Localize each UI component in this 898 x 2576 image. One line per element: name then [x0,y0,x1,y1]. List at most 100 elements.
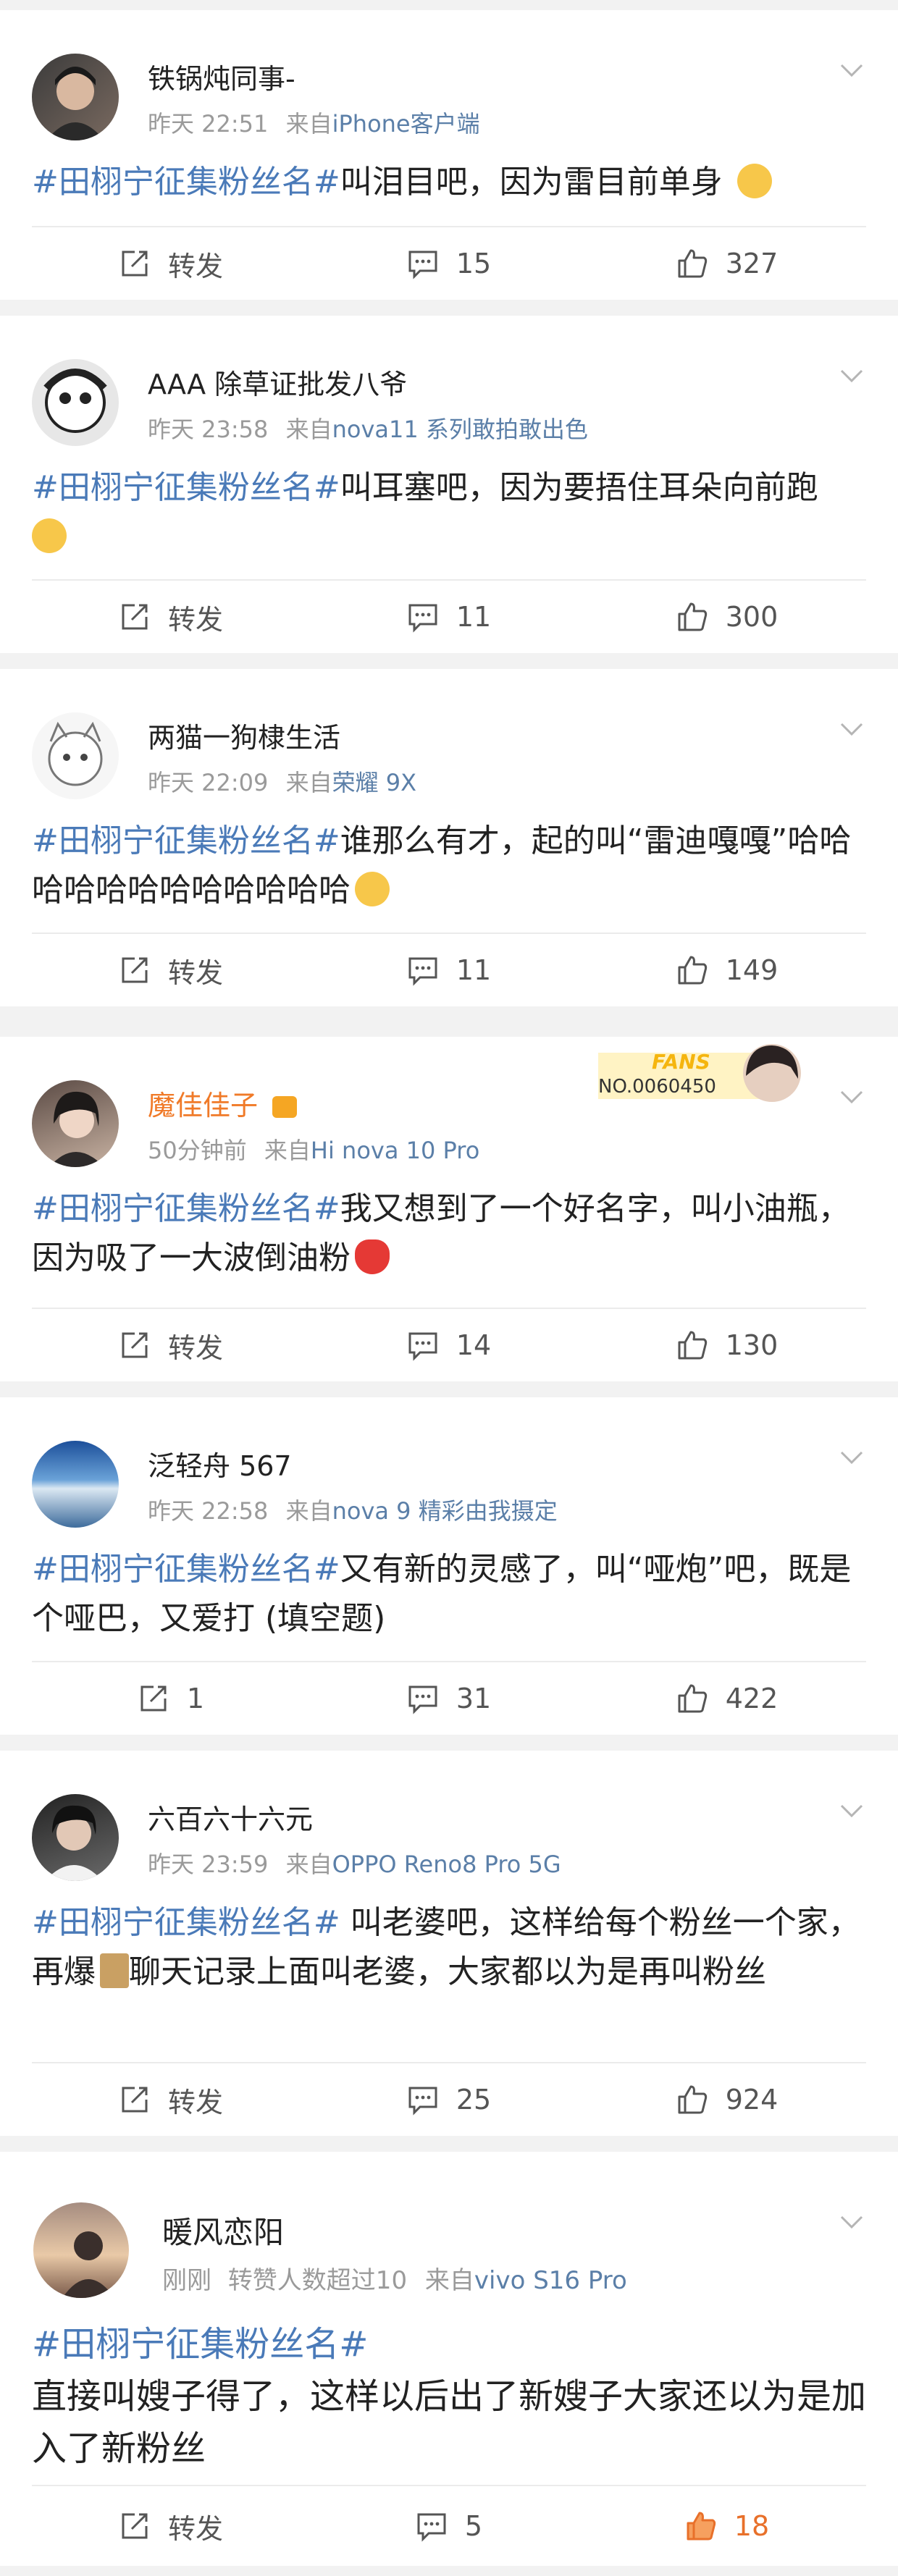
share-icon [122,957,148,983]
chevron-down-icon[interactable] [837,2207,866,2236]
chevron-down-icon[interactable] [837,1442,866,1471]
repost-button[interactable]: 转发 [32,227,310,300]
like-button[interactable]: 149 [588,934,866,1006]
comment-button[interactable]: 25 [310,2063,588,2136]
post-content: #田栩宁征集粉丝名#我又想到了一个好名字，叫小油瓶，因为吸了一大波倒油粉 [32,1145,866,1283]
repost-label: 转发 [167,956,223,989]
post-time: 50分钟前 [148,1137,247,1164]
post-card[interactable]: AAA 除草证批发八爷 昨天 23:58 来自nova11 系列敢拍敢出色 #田… [0,316,898,653]
avatar[interactable] [32,1080,119,1167]
divider [0,653,898,669]
repost-button[interactable]: 转发 [32,1309,310,1381]
chevron-down-icon[interactable] [837,1796,866,1824]
chevron-down-icon[interactable] [837,55,866,84]
like-button[interactable]: 300 [588,581,866,653]
post-card[interactable]: 六百六十六元 昨天 23:59 来自OPPO Reno8 Pro 5G #田栩宁… [0,1751,898,2136]
comment-button[interactable]: 15 [310,227,588,300]
divider [0,2136,898,2152]
thumbs-up-icon [687,2512,716,2541]
username[interactable]: 暖风恋阳 [162,2208,284,2252]
comment-button[interactable]: 31 [310,1662,588,1735]
repost-button[interactable]: 转发 [32,2063,310,2136]
post-source[interactable]: 荣耀 9X [332,769,416,796]
fans-label: FANS [652,1050,710,1074]
like-button[interactable]: 18 [588,2486,866,2566]
avatar[interactable] [32,1441,119,1528]
like-count: 327 [725,248,779,279]
action-bar: 转发 14 130 [32,1308,866,1381]
divider [0,0,898,10]
comment-count: 11 [456,954,492,986]
username[interactable]: AAA 除草证批发八爷 [148,362,407,402]
post-source[interactable]: vivo S16 Pro [474,2266,627,2295]
divider [0,300,898,316]
post-meta: 昨天 23:59 来自OPPO Reno8 Pro 5G [148,1846,561,1880]
fans-badge[interactable]: FANS NO.0060450 [598,1038,808,1105]
repost-button[interactable]: 转发 [32,581,310,653]
post-header: AAA 除草证批发八爷 昨天 23:58 来自nova11 系列敢拍敢出色 [32,316,866,446]
hashtag-link[interactable]: #田栩宁征集粉丝名# [32,164,340,201]
post-extra: 转赞人数超过10 [227,2266,408,2295]
post-header: 暖风恋阳 刚刚 转赞人数超过10 来自vivo S16 Pro [32,2152,866,2298]
hashtag-link[interactable]: #田栩宁征集粉丝名# [32,1551,340,1588]
repost-button[interactable]: 转发 [32,2486,310,2566]
comment-button[interactable]: 14 [310,1309,588,1381]
comment-count: 25 [456,2084,492,2116]
repost-label: 转发 [167,2086,223,2118]
comment-button[interactable]: 11 [310,934,588,1006]
post-source[interactable]: nova 9 精彩由我摄定 [332,1497,558,1525]
post-header: 魔佳佳子 50分钟前 来自Hi nova 10 Pro FANS NO.0060… [32,1037,866,1167]
avatar[interactable] [32,54,119,140]
hashtag-link[interactable]: #田栩宁征集粉丝名# [32,469,340,506]
username[interactable]: 两猫一狗棣生活 [148,715,340,755]
thumbs-up-icon [678,602,707,631]
like-count: 924 [725,2084,779,2116]
like-button[interactable]: 924 [588,2063,866,2136]
like-button[interactable]: 422 [588,1662,866,1735]
post-source[interactable]: Hi nova 10 Pro [311,1137,479,1164]
hashtag-link[interactable]: #田栩宁征集粉丝名# [32,2318,866,2370]
post-source[interactable]: iPhone客户端 [332,110,480,138]
repost-button[interactable]: 1 [32,1662,310,1735]
like-button[interactable]: 327 [588,227,866,300]
avatar[interactable] [32,1794,119,1881]
avatar[interactable] [32,359,119,446]
post-text-continued: 聊天记录上面叫老婆，大家都以为是再叫粉丝 [129,1953,766,1990]
username[interactable]: 六百六十六元 [148,1797,313,1837]
chevron-down-icon[interactable] [837,714,866,743]
comment-icon [408,2087,437,2116]
username[interactable]: 泛轻舟 567 [148,1444,292,1483]
action-bar: 1 31 422 [32,1661,866,1735]
red-heart-emoji [355,1239,390,1274]
source-prefix: 来自 [264,1137,311,1164]
post-card[interactable]: 暖风恋阳 刚刚 转赞人数超过10 来自vivo S16 Pro #田栩宁征集粉丝… [0,2152,898,2566]
username[interactable]: 魔佳佳子 [148,1083,298,1123]
chevron-down-icon[interactable] [837,361,866,390]
post-source[interactable]: nova11 系列敢拍敢出色 [332,416,588,443]
post-card[interactable]: 铁锅炖同事- 昨天 22:51 来自iPhone客户端 #田栩宁征集粉丝名#叫泪… [0,10,898,300]
username[interactable]: 铁锅炖同事- [148,56,295,96]
username-text: 魔佳佳子 [148,1090,259,1121]
comment-icon [408,604,437,633]
like-count: 300 [725,601,779,633]
post-card[interactable]: 两猫一狗棣生活 昨天 22:09 来自荣耀 9X #田栩宁征集粉丝名#谁那么有才… [0,669,898,1006]
action-bar: 转发 11 300 [32,579,866,653]
post-meta: 昨天 22:58 来自nova 9 精彩由我摄定 [148,1493,558,1526]
comment-button[interactable]: 5 [310,2486,588,2566]
post-card[interactable]: 魔佳佳子 50分钟前 来自Hi nova 10 Pro FANS NO.0060… [0,1037,898,1381]
source-prefix: 来自 [285,416,332,443]
post-card[interactable]: 泛轻舟 567 昨天 22:58 来自nova 9 精彩由我摄定 #田栩宁征集粉… [0,1397,898,1735]
like-button[interactable]: 130 [588,1309,866,1381]
repost-button[interactable]: 转发 [32,934,310,1006]
hashtag-link[interactable]: #田栩宁征集粉丝名# [32,822,340,859]
thumbs-up-icon [678,249,707,278]
comment-button[interactable]: 11 [310,581,588,653]
post-source[interactable]: OPPO Reno8 Pro 5G [332,1851,561,1878]
avatar[interactable] [33,2202,129,2298]
thumbs-up-icon [678,1684,707,1713]
hashtag-link[interactable]: #田栩宁征集粉丝名# [32,1190,340,1227]
avatar[interactable] [32,712,119,799]
hashtag-link[interactable]: #田栩宁征集粉丝名# [32,1904,340,1941]
share-icon [122,604,148,630]
chevron-down-icon[interactable] [837,1082,866,1111]
